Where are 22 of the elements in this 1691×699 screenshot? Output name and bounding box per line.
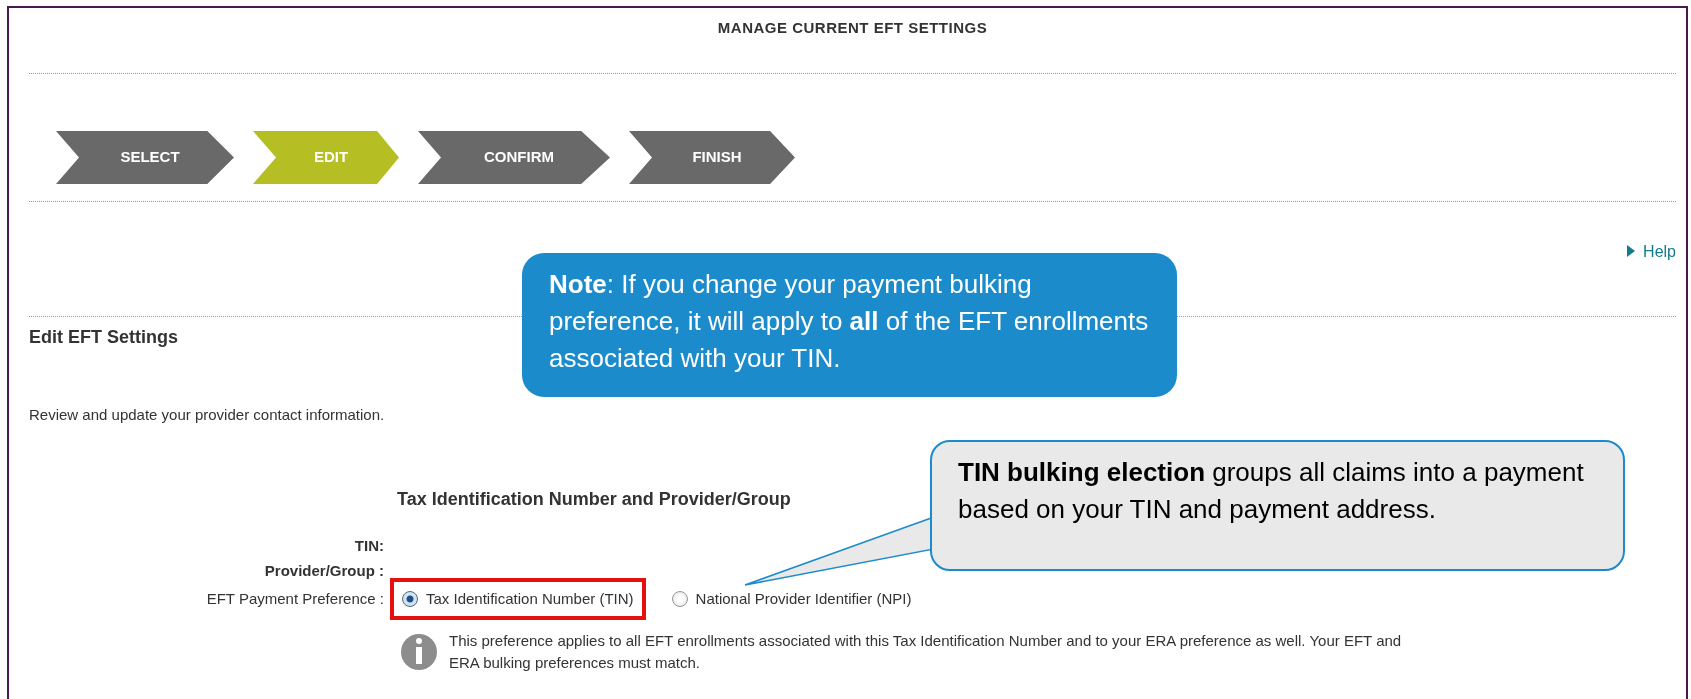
wizard-step: CONFIRM bbox=[418, 131, 610, 184]
radio-option[interactable]: National Provider Identifier (NPI) bbox=[659, 577, 924, 620]
section-heading: Edit EFT Settings bbox=[29, 326, 179, 348]
info-text: This preference applies to all EFT enrollments associated with this Tax Identification Number and to your ERA preference as well. Your EFT and ERA bulking preferences must match. bbox=[449, 631, 1403, 673]
radio-button[interactable] bbox=[402, 590, 418, 607]
page-title: MANAGE CURRENT EFT SETTINGS bbox=[716, 18, 989, 38]
option-label: Tax Identification Number (TIN) bbox=[426, 588, 634, 609]
intro-text: Review and update your provider contact information. bbox=[29, 405, 386, 425]
form-title: Tax Identification Number and Provider/Group bbox=[397, 488, 791, 511]
callout: Note: If you change your payment bulking preference, it will apply to all of the EFT enrollments associated with your TIN. bbox=[522, 253, 1177, 397]
wizard-step: SELECT bbox=[56, 131, 234, 184]
field-label: EFT Payment Preference : bbox=[205, 588, 384, 609]
wizard-step: FINISH bbox=[629, 131, 795, 184]
wizard-step: EDIT bbox=[253, 131, 399, 184]
help-link[interactable]: Help bbox=[1643, 240, 1676, 264]
radio-button[interactable] bbox=[671, 590, 688, 607]
radio-option[interactable]: Tax Identification Number (TIN) bbox=[390, 577, 646, 620]
triangle-icon bbox=[1627, 245, 1636, 257]
callout: TIN bulking election groups all claims into a payment based on your TIN and payment address. bbox=[930, 440, 1625, 571]
field-label: Provider/Group : bbox=[263, 560, 384, 581]
option-label: National Provider Identifier (NPI) bbox=[695, 588, 912, 609]
field-label: TIN: bbox=[353, 535, 384, 556]
